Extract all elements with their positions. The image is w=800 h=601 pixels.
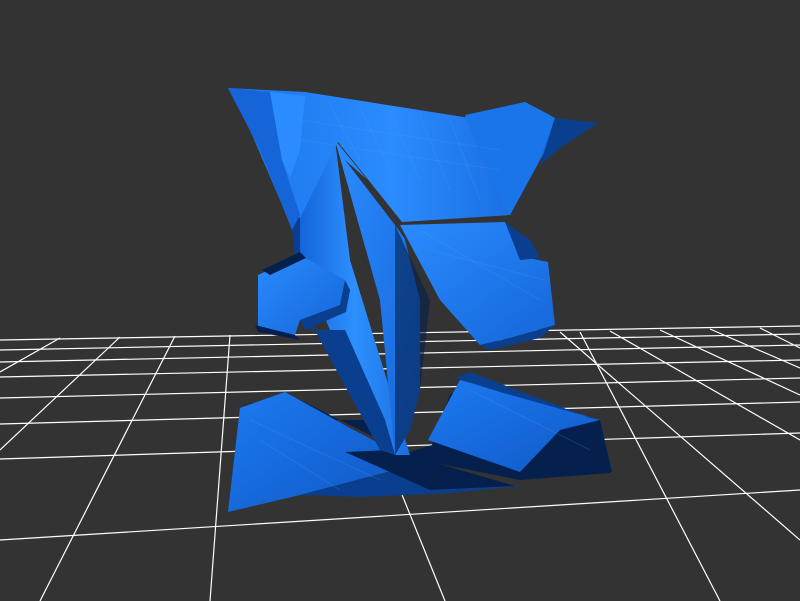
3d-mesh-object[interactable]	[228, 88, 612, 512]
3d-viewport[interactable]	[0, 0, 800, 601]
